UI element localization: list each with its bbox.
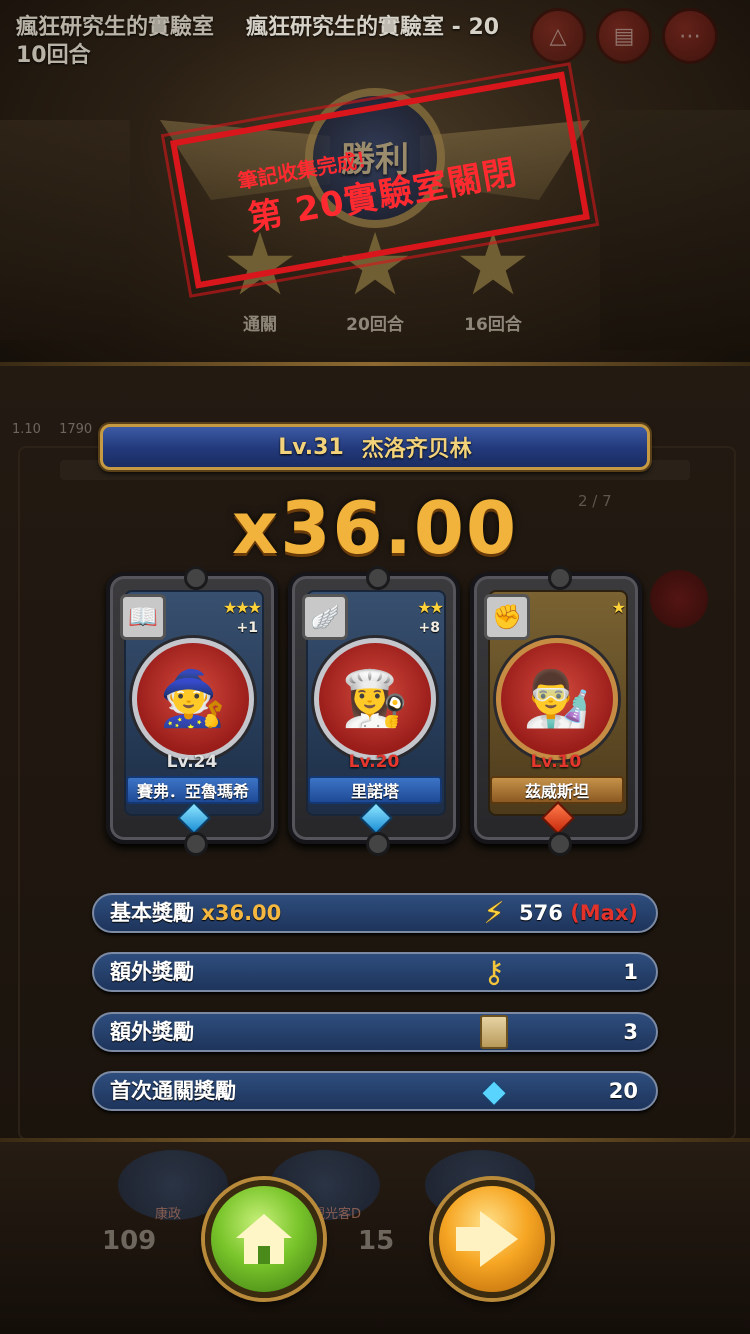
ghost-left-number: 109 bbox=[102, 1226, 157, 1256]
hero-card-3[interactable]: ✊ ★ 👨‍🔬 Lv.10 茲威斯坦 bbox=[470, 566, 642, 856]
reward-row-first-clear: 首次通關獎勵 ◆ 20 bbox=[92, 1071, 658, 1111]
document-button[interactable]: ▤ bbox=[596, 8, 652, 64]
reward-label: 基本獎勵 x36.00 bbox=[110, 895, 281, 931]
reward-value-number: 576 bbox=[519, 901, 563, 925]
triangle-icon: △ bbox=[549, 23, 567, 49]
hero-portrait: 👩‍🍳 bbox=[314, 638, 436, 760]
hero-plus: +8 bbox=[418, 620, 440, 636]
scroll-icon bbox=[474, 1012, 514, 1052]
reward-label: 額外獎勵 bbox=[110, 960, 194, 984]
card-bolt bbox=[184, 832, 208, 856]
hero-name: 里諾塔 bbox=[308, 776, 442, 804]
lab-shelf-left bbox=[0, 120, 130, 340]
hero-level: Lv.20 bbox=[348, 752, 400, 772]
fist-icon: ✊ bbox=[484, 594, 530, 640]
document-icon: ▤ bbox=[613, 23, 635, 49]
player-name-banner: Lv.31 杰洛齐贝林 bbox=[100, 424, 650, 470]
reward-row-base: 基本獎勵 x36.00 ⚡ 576 (Max) bbox=[92, 893, 658, 933]
card-bolt bbox=[366, 566, 390, 590]
reward-multiplier: x36.00 bbox=[231, 486, 519, 570]
reward-value: 20 bbox=[608, 1079, 638, 1103]
lightning-icon: ⚡ bbox=[483, 895, 505, 931]
reward-label-text: 基本獎勵 bbox=[110, 901, 194, 925]
card-bolt bbox=[548, 566, 572, 590]
menu-button[interactable]: ⋯ bbox=[662, 8, 718, 64]
hero-name: 賽弗．亞魯瑪希 bbox=[126, 776, 260, 804]
home-icon bbox=[236, 1214, 292, 1264]
faint-stats: 1.10 1790 bbox=[12, 422, 92, 437]
reward-label: 首次通關獎勵 bbox=[110, 1079, 236, 1103]
hero-portrait: 🧙 bbox=[132, 638, 254, 760]
hero-name: 茲威斯坦 bbox=[490, 776, 624, 804]
reward-label-multiplier: x36.00 bbox=[201, 901, 282, 925]
hero-portrait: 👨‍🔬 bbox=[496, 638, 618, 760]
hero-plus: +1 bbox=[236, 620, 258, 636]
search-button[interactable] bbox=[650, 570, 708, 628]
reward-row-extra-key: 額外獎勵 ⚷ 1 bbox=[92, 952, 658, 992]
faint-stat-a: 1.10 bbox=[12, 422, 41, 437]
diamond-icon: ◆ bbox=[482, 1073, 506, 1109]
wings-icon: 🪽 bbox=[302, 594, 348, 640]
ghost-hero-left-label: 康政 bbox=[155, 1207, 182, 1222]
triangle-button[interactable]: △ bbox=[530, 8, 586, 64]
reward-value: 1 bbox=[623, 960, 638, 984]
book-icon: 📖 bbox=[120, 594, 166, 640]
arrow-right-icon bbox=[456, 1211, 518, 1267]
next-button[interactable] bbox=[433, 1180, 551, 1298]
hero-card-2[interactable]: 🪽 ★★ +8 👩‍🍳 Lv.20 里諾塔 bbox=[288, 566, 460, 856]
reward-row-extra-scroll: 額外獎勵 3 bbox=[92, 1012, 658, 1052]
reward-value: 576 (Max) bbox=[519, 895, 638, 931]
hero-level: Lv.10 bbox=[530, 752, 582, 772]
hero-stars: ★★ bbox=[417, 598, 444, 617]
stage-title-line2: 10回合 bbox=[16, 43, 91, 68]
card-bolt bbox=[366, 832, 390, 856]
more-icon: ⋯ bbox=[679, 23, 701, 49]
home-button[interactable] bbox=[205, 1180, 323, 1298]
key-icon: ⚷ bbox=[483, 954, 505, 990]
player-name: 杰洛齐贝林 bbox=[361, 437, 472, 462]
hero-stars: ★ bbox=[611, 598, 626, 617]
stage-title-ghost: 瘋狂研究生的實驗室 - 20 bbox=[246, 15, 500, 40]
card-bolt bbox=[184, 566, 208, 590]
faint-stat-b: 1790 bbox=[59, 422, 93, 437]
lab-shelf-right bbox=[600, 110, 750, 350]
hero-stars: ★★★ bbox=[222, 598, 262, 617]
player-level: Lv.31 bbox=[278, 434, 344, 460]
card-bolt bbox=[548, 832, 572, 856]
reward-value: 3 bbox=[623, 1020, 638, 1044]
ghost-mid-number: 15 bbox=[358, 1226, 395, 1256]
reward-label: 額外獎勵 bbox=[110, 1020, 194, 1044]
hero-card-1[interactable]: 📖 ★★★ +1 🧙 Lv.24 賽弗．亞魯瑪希 bbox=[106, 566, 278, 856]
reward-value-max: (Max) bbox=[570, 901, 638, 925]
stage-title: 瘋狂研究生的實驗室 10回合 瘋狂研究生的實驗室 - 20 bbox=[16, 14, 516, 70]
hero-level: Lv.24 bbox=[166, 752, 218, 772]
